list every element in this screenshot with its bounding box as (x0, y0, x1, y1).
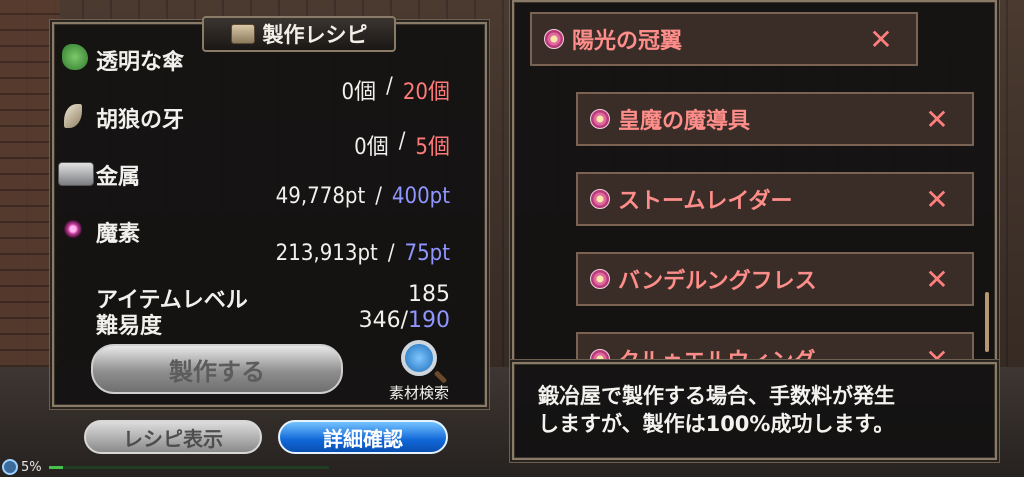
material-need: 20個 (402, 80, 450, 105)
gem-icon (590, 189, 610, 209)
recipe-list-item[interactable]: ストームレイダー ✕ (576, 172, 974, 226)
status-percent: 5% (21, 459, 42, 475)
remove-icon[interactable]: ✕ (902, 343, 972, 361)
loading-ring-icon (2, 459, 18, 475)
recipe-list-item-label: 皇魔の魔導具 (618, 109, 751, 134)
recipe-list-item[interactable]: 皇魔の魔導具 ✕ (576, 92, 974, 146)
material-name: 胡狼の牙 (96, 108, 185, 133)
material-separator: / (386, 74, 393, 99)
item-level-value: 185 (408, 282, 450, 307)
gem-icon (590, 109, 610, 129)
gem-icon (544, 29, 564, 49)
gem-icon (590, 349, 610, 360)
gem-icon (590, 269, 610, 289)
material-amount: 213,913pt / 75pt (276, 241, 450, 266)
material-have: 0個 (341, 80, 377, 105)
recipe-list-item[interactable]: バンデルングフレス ✕ (576, 252, 974, 306)
magnifier-icon (401, 340, 437, 376)
material-have: 213,913pt (275, 241, 378, 266)
difficulty-label: 難易度 (96, 314, 163, 339)
plant-icon (62, 44, 88, 70)
material-need: 400pt (391, 184, 450, 209)
material-have: 0個 (354, 135, 389, 160)
details-button[interactable]: 詳細確認 (278, 420, 448, 454)
recipe-list-item-label: バンデルングフレス (618, 269, 817, 294)
material-have: 49,778pt (275, 184, 366, 209)
material-name: 魔素 (96, 222, 141, 247)
material-search-button[interactable]: 素材検索 (374, 340, 464, 403)
message-box: 鍛冶屋で製作する場合、手数料が発生 しますが、製作は100%成功します。 (512, 362, 997, 460)
recipe-list-item[interactable]: 陽光の冠翼 ✕ (530, 12, 918, 66)
recipe-list-item-label: 陽光の冠翼 (572, 29, 683, 54)
magic-orb-icon (64, 220, 82, 238)
material-name: 金属 (96, 165, 141, 190)
remove-icon[interactable]: ✕ (902, 263, 972, 296)
material-search-label: 素材検索 (388, 384, 449, 402)
difficulty-value: 346/190 (359, 308, 450, 333)
material-amount: 0個 / 20個 (342, 74, 450, 106)
status-bar: 5% (2, 459, 329, 475)
material-separator: / (375, 184, 382, 209)
material-separator: / (387, 241, 395, 266)
material-need: 5個 (415, 135, 450, 160)
difficulty-current: 346/ (358, 308, 408, 333)
remove-icon[interactable]: ✕ (902, 183, 972, 216)
material-amount: 49,778pt / 400pt (276, 184, 450, 209)
progress-fill (48, 465, 63, 469)
material-amount: 0個 / 5個 (354, 129, 450, 161)
recipe-list-item-label: クルゥエルウィング (618, 349, 816, 362)
craft-button[interactable]: 製作する (91, 344, 343, 394)
chest-icon (230, 24, 255, 44)
recipe-title: 製作レシピ (262, 23, 368, 47)
material-name: 透明な傘 (96, 50, 185, 75)
recipe-list-item-label: ストームレイダー (618, 189, 793, 214)
progress-bar (48, 465, 329, 469)
remove-icon[interactable]: ✕ (902, 103, 972, 136)
recipe-title-plate: 製作レシピ (202, 16, 396, 52)
recipe-panel: 製作レシピ 透明な傘 0個 / 20個 胡狼の牙 0個 / 5個 金属 49,7… (52, 16, 487, 407)
remove-icon[interactable]: ✕ (846, 23, 916, 56)
metal-ingot-icon (58, 162, 94, 186)
fang-icon (64, 104, 82, 128)
difficulty-max: 190 (408, 308, 450, 333)
material-separator: / (398, 129, 406, 154)
recipe-list-item[interactable]: クルゥエルウィング ✕ (576, 332, 974, 362)
recipe-list-panel: 陽光の冠翼 ✕ 皇魔の魔導具 ✕ ストームレイダー ✕ バンデルングフレス ✕ … (512, 0, 997, 362)
message-text: 鍛冶屋で製作する場合、手数料が発生 しますが、製作は100%成功します。 (538, 384, 895, 436)
material-need: 75pt (404, 241, 450, 266)
show-recipe-button[interactable]: レシピ表示 (84, 420, 262, 454)
list-scrollbar[interactable] (985, 292, 989, 352)
